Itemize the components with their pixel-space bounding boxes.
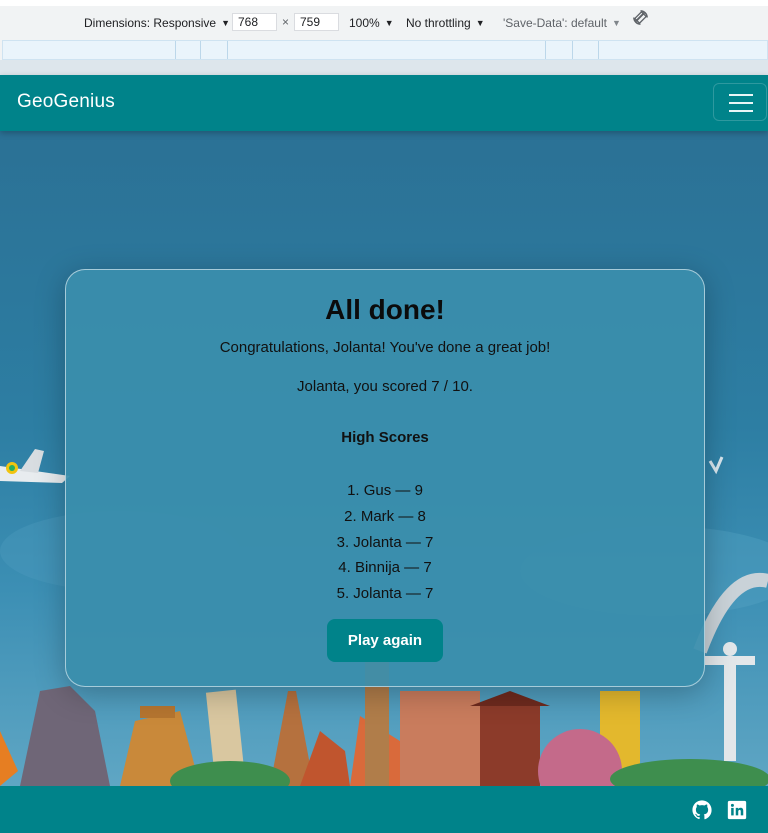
high-score-item: 4. Binnija — 7 — [338, 559, 432, 577]
navbar-toggler-button[interactable] — [713, 83, 767, 121]
caret-down-icon: ▼ — [384, 18, 394, 28]
height-input[interactable]: 759 — [294, 13, 339, 31]
high-score-item: 2. Mark — 8 — [344, 507, 426, 525]
high-scores-heading: High Scores — [341, 429, 429, 446]
caret-down-icon: ▼ — [221, 18, 230, 28]
linkedin-icon[interactable] — [727, 800, 747, 820]
footer — [0, 786, 768, 833]
results-title: All done! — [325, 294, 445, 325]
caret-down-icon: ▼ — [611, 18, 621, 28]
devtools-device-toolbar: Dimensions: Responsive ▼ 768 × 759 100% … — [0, 0, 768, 81]
score-text: Jolanta, you scored 7 / 10. — [297, 378, 473, 395]
airplane-icon — [0, 449, 70, 483]
caret-down-icon: ▼ — [475, 18, 485, 28]
media-query-ruler[interactable] — [2, 40, 768, 60]
save-data-label: 'Save-Data': default — [503, 16, 607, 30]
high-score-item: 5. Jolanta — 7 — [336, 585, 434, 603]
rotate-icon[interactable] — [632, 9, 649, 26]
github-icon[interactable] — [692, 800, 712, 820]
save-data-dropdown[interactable]: 'Save-Data': default ▼ — [503, 12, 621, 34]
congratulations-message: Congratulations, Jolanta! You've done a … — [219, 339, 551, 356]
width-input[interactable]: 768 — [232, 13, 277, 31]
navbar: GeoGenius — [0, 75, 768, 131]
dimensions-dropdown[interactable]: Dimensions: Responsive ▼ — [84, 12, 230, 34]
hamburger-menu-icon — [729, 94, 753, 96]
dimensions-label: Dimensions: Responsive — [84, 16, 217, 30]
brand-logo[interactable]: GeoGenius — [17, 91, 115, 113]
zoom-label: 100% — [349, 16, 380, 30]
times-symbol: × — [282, 15, 290, 29]
high-score-item: 3. Jolanta — 7 — [336, 533, 434, 551]
throttling-label: No throttling — [406, 16, 471, 30]
high-score-item: 1. Gus — 9 — [347, 482, 423, 499]
results-card: All done! Congratulations, Jolanta! You'… — [65, 269, 705, 687]
high-scores-list: 1. Gus — 9 2. Mark — 8 3. Jolanta — 7 4.… — [66, 482, 704, 611]
zoom-dropdown[interactable]: 100% ▼ — [349, 12, 394, 34]
throttling-dropdown[interactable]: No throttling ▼ — [406, 12, 485, 34]
play-again-button[interactable]: Play again — [327, 619, 443, 662]
